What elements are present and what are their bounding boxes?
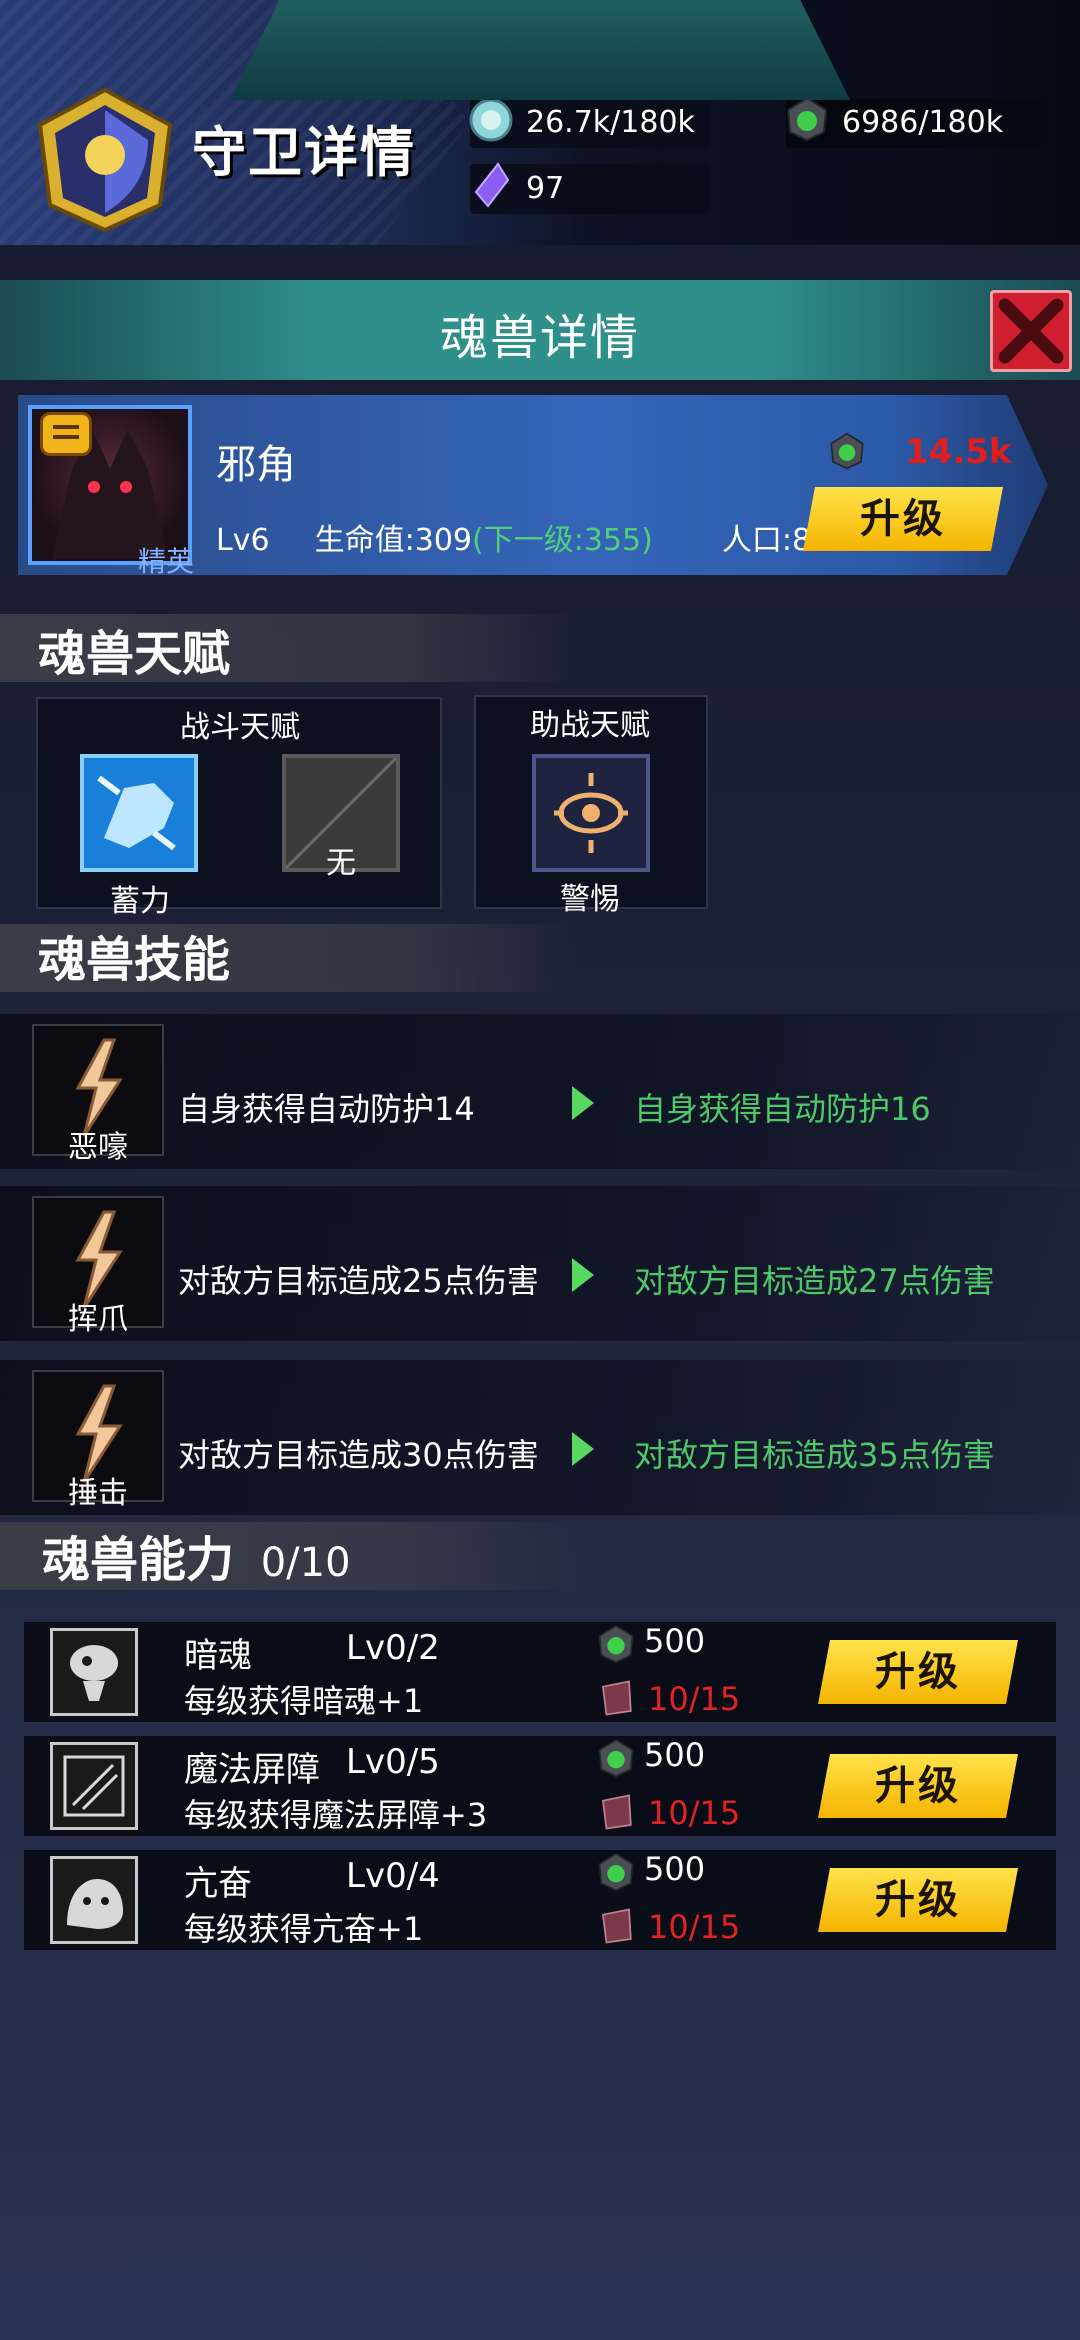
ability-2-level: Lv0/5 [346,1742,440,1782]
skill-1-next: 自身获得自动防护16 [634,1090,931,1128]
ability-1-level: Lv0/2 [346,1628,440,1668]
beast-stats: Lv6 生命值:309(下一级:355) 人口:80 [216,515,830,559]
green-gem-icon [598,1852,634,1892]
green-gem-icon [830,432,864,470]
skill-2-next: 对敌方目标造成27点伤害 [634,1262,995,1300]
upgrade-cost: 14.5k [905,432,1012,472]
battle-talent-title: 战斗天赋 [180,710,300,745]
assist-talent-title: 助战天赋 [530,708,650,743]
purple-crystal-value: 97 [526,171,565,206]
eye-glyph [554,773,628,853]
dark-soul-glyph [70,1645,118,1701]
close-button[interactable] [990,290,1072,372]
green-gem-value: 6986/180k [842,105,1004,140]
skill-1-current: 自身获得自动防护14 [178,1090,475,1128]
rank-label: 精英 [138,545,195,578]
beast-level: Lv6 [216,523,270,558]
ability-3-material-cost: 10/15 [648,1908,741,1946]
skill-2-current: 对敌方目标造成25点伤害 [178,1262,539,1300]
skill-2-name: 挥爪 [68,1302,128,1337]
purple-crystal-icon [474,162,510,208]
ability-1-name: 暗魂 [184,1636,252,1676]
green-gem-icon [598,1624,634,1664]
arrow-right-icon [572,1432,594,1466]
skill-3-current: 对敌方目标造成30点伤害 [178,1436,539,1474]
detail-title: 魂兽详情 [439,310,640,366]
chat-bubble-icon[interactable] [40,412,92,456]
beast-name: 邪角 [216,442,296,488]
ability-1-gem-cost: 500 [644,1622,706,1660]
assist-talent-1-label: 警惕 [560,882,620,917]
beast-hp-next: (下一级:355) [472,523,653,558]
ability-1-upgrade-button[interactable]: 升级 [818,1640,1018,1704]
green-gem-icon [598,1738,634,1778]
excitement-icon [50,1856,138,1944]
ability-count: 0/10 [260,1540,351,1586]
ability-2-desc: 每级获得魔法屏障+3 [184,1796,488,1834]
ability-3-upgrade-button[interactable]: 升级 [818,1868,1018,1932]
fist-glyph [97,775,176,851]
skill-1-name: 恶嚎 [68,1130,128,1165]
ability-section-title: 魂兽能力 0/10 [42,1520,351,1590]
ability-section-label: 魂兽能力 [42,1532,235,1588]
close-x-icon [998,298,1064,364]
guardian-shield-icon[interactable] [30,85,180,235]
dark-soul-icon [50,1628,138,1716]
material-shard-icon [601,1794,632,1830]
magic-barrier-icon [50,1742,138,1830]
beast-upgrade-button[interactable]: 升级 [803,487,1003,551]
arrow-right-icon [572,1086,594,1120]
ability-3-gem-cost: 500 [644,1850,706,1888]
skill-section-title: 魂兽技能 [38,932,231,988]
material-shard-icon [601,1680,632,1716]
fist-icon[interactable] [80,754,198,872]
arrow-right-icon [572,1258,594,1292]
material-shard-icon [601,1908,632,1944]
ability-3-level: Lv0/4 [346,1856,440,1896]
excitement-glyph [67,1879,123,1929]
skill-3-name: 捶击 [68,1476,128,1511]
beast-hp: 生命值:309 [314,523,473,558]
ability-2-upgrade-button[interactable]: 升级 [818,1754,1018,1818]
ability-3-desc: 每级获得亢奋+1 [184,1910,424,1948]
crystal-value: 26.7k/180k [526,105,695,140]
page-title: 守卫详情 [192,121,416,184]
detail-title-plate [230,0,850,100]
ability-1-material-cost: 10/15 [648,1680,741,1718]
ability-1-desc: 每级获得暗魂+1 [184,1682,424,1720]
crystal-coin-icon [469,98,513,142]
ability-2-gem-cost: 500 [644,1736,706,1774]
eye-icon[interactable] [532,754,650,872]
battle-talent-2-label: 无 [326,846,356,881]
battle-talent-1-label: 蓄力 [110,884,170,919]
talent-section-title: 魂兽天赋 [38,626,231,682]
magic-barrier-glyph [63,1755,125,1817]
ability-2-name: 魔法屏障 [184,1750,320,1790]
ability-2-material-cost: 10/15 [648,1794,741,1832]
ability-3-name: 亢奋 [184,1864,252,1904]
skill-3-next: 对敌方目标造成35点伤害 [634,1436,995,1474]
green-gem-icon [786,96,828,142]
